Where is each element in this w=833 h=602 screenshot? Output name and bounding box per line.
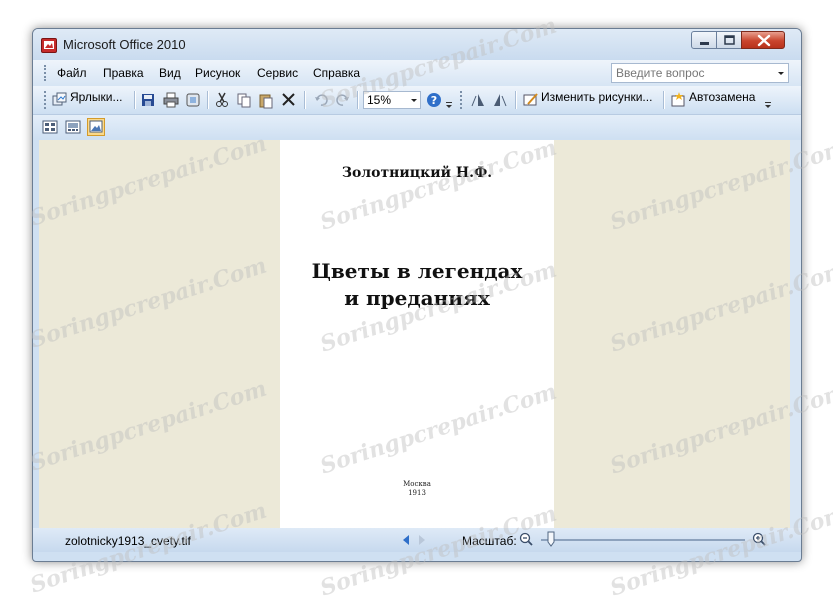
toolbar-options-chevron-icon[interactable] (445, 90, 453, 110)
filmstrip-view-icon[interactable] (64, 118, 82, 136)
menu-edit[interactable]: Правка (103, 66, 144, 80)
menu-grip[interactable] (44, 65, 49, 81)
toolbar-separator (515, 91, 517, 109)
autocorrect-button[interactable]: Автозамена (689, 90, 755, 104)
save-icon[interactable] (140, 90, 156, 110)
rotate-right-icon[interactable] (491, 90, 509, 110)
scan-icon[interactable] (184, 90, 202, 110)
zoom-combo[interactable]: 15% (363, 91, 421, 109)
toolbar-separator (304, 91, 306, 109)
minimize-button[interactable] (691, 31, 717, 49)
close-button[interactable] (741, 31, 785, 49)
help-question-input[interactable] (612, 64, 776, 82)
redo-icon[interactable] (335, 90, 351, 110)
title-bar[interactable]: Microsoft Office 2010 (33, 29, 801, 60)
menu-view[interactable]: Вид (159, 66, 181, 80)
next-picture-icon[interactable] (416, 533, 428, 547)
single-picture-view-icon[interactable] (87, 118, 105, 136)
menu-file[interactable]: Файл (57, 66, 87, 80)
thumbnail-view-icon[interactable] (41, 118, 59, 136)
zoom-value: 15% (367, 93, 392, 107)
zoom-in-icon[interactable] (752, 532, 766, 546)
shortcuts-icon[interactable] (51, 90, 69, 110)
app-window: Microsoft Office 2010 Файл Правка Вид Ри… (32, 28, 802, 562)
picture-preview-area[interactable]: Золотницкий Н.Ф. Цветы в легендах и пред… (39, 140, 790, 528)
page-title-line-2: и преданиях (344, 286, 490, 310)
menu-picture[interactable]: Рисунок (195, 66, 240, 80)
page-title: Цветы в легендах и преданиях (280, 258, 554, 312)
vertical-scrollbar[interactable] (790, 140, 801, 528)
window-title: Microsoft Office 2010 (63, 37, 186, 52)
toolbar-grip[interactable] (44, 91, 49, 109)
toolbar-separator (207, 91, 209, 109)
help-icon[interactable]: ? (425, 90, 443, 110)
help-search-box (611, 63, 789, 83)
scale-label: Масштаб: (462, 534, 517, 548)
page-title-line-1: Цветы в легендах (311, 259, 523, 283)
toolbar-separator (357, 91, 359, 109)
page-author: Золотницкий Н.Ф. (341, 165, 493, 181)
menu-bar: Файл Правка Вид Рисунок Сервис Справка (33, 60, 801, 86)
autocorrect-icon[interactable] (670, 90, 688, 110)
toolbar-separator (663, 91, 665, 109)
edit-pictures-button[interactable]: Изменить рисунки... (541, 90, 652, 104)
print-icon[interactable] (162, 90, 180, 110)
zoom-slider-track[interactable] (541, 539, 745, 541)
menu-help[interactable]: Справка (313, 66, 360, 80)
menu-tools[interactable]: Сервис (257, 66, 298, 80)
status-bar: zolotnicky1913_cvety.tif Масштаб: (33, 528, 801, 552)
office-picture-manager-icon (41, 38, 57, 53)
page-city: Москва (403, 480, 431, 488)
svg-text:?: ? (431, 94, 437, 107)
cut-icon[interactable] (214, 90, 230, 110)
page-year: 1913 (408, 489, 426, 497)
zoom-dropdown-arrow[interactable] (408, 92, 420, 108)
toolbar-separator (134, 91, 136, 109)
maximize-button[interactable] (716, 31, 742, 49)
rotate-left-icon[interactable] (469, 90, 487, 110)
paste-icon[interactable] (258, 90, 274, 110)
edit-pictures-icon[interactable] (522, 90, 540, 110)
zoom-slider-thumb[interactable] (547, 531, 555, 547)
toolbar-options-chevron-icon[interactable] (764, 90, 772, 110)
toolbar-grip[interactable] (460, 91, 465, 109)
zoom-out-icon[interactable] (519, 532, 533, 546)
undo-icon[interactable] (313, 90, 329, 110)
delete-icon[interactable] (280, 90, 298, 110)
view-mode-bar (33, 115, 801, 139)
help-dropdown-arrow[interactable] (774, 64, 788, 82)
status-filename: zolotnicky1913_cvety.tif (65, 534, 191, 548)
document-page-image: Золотницкий Н.Ф. Цветы в легендах и пред… (280, 140, 554, 528)
shortcuts-button[interactable]: Ярлыки... (70, 90, 123, 104)
previous-picture-icon[interactable] (400, 533, 412, 547)
standard-toolbar: Ярлыки... 15% ? Изменить рисунки... Авто… (33, 86, 801, 115)
copy-icon[interactable] (236, 90, 252, 110)
